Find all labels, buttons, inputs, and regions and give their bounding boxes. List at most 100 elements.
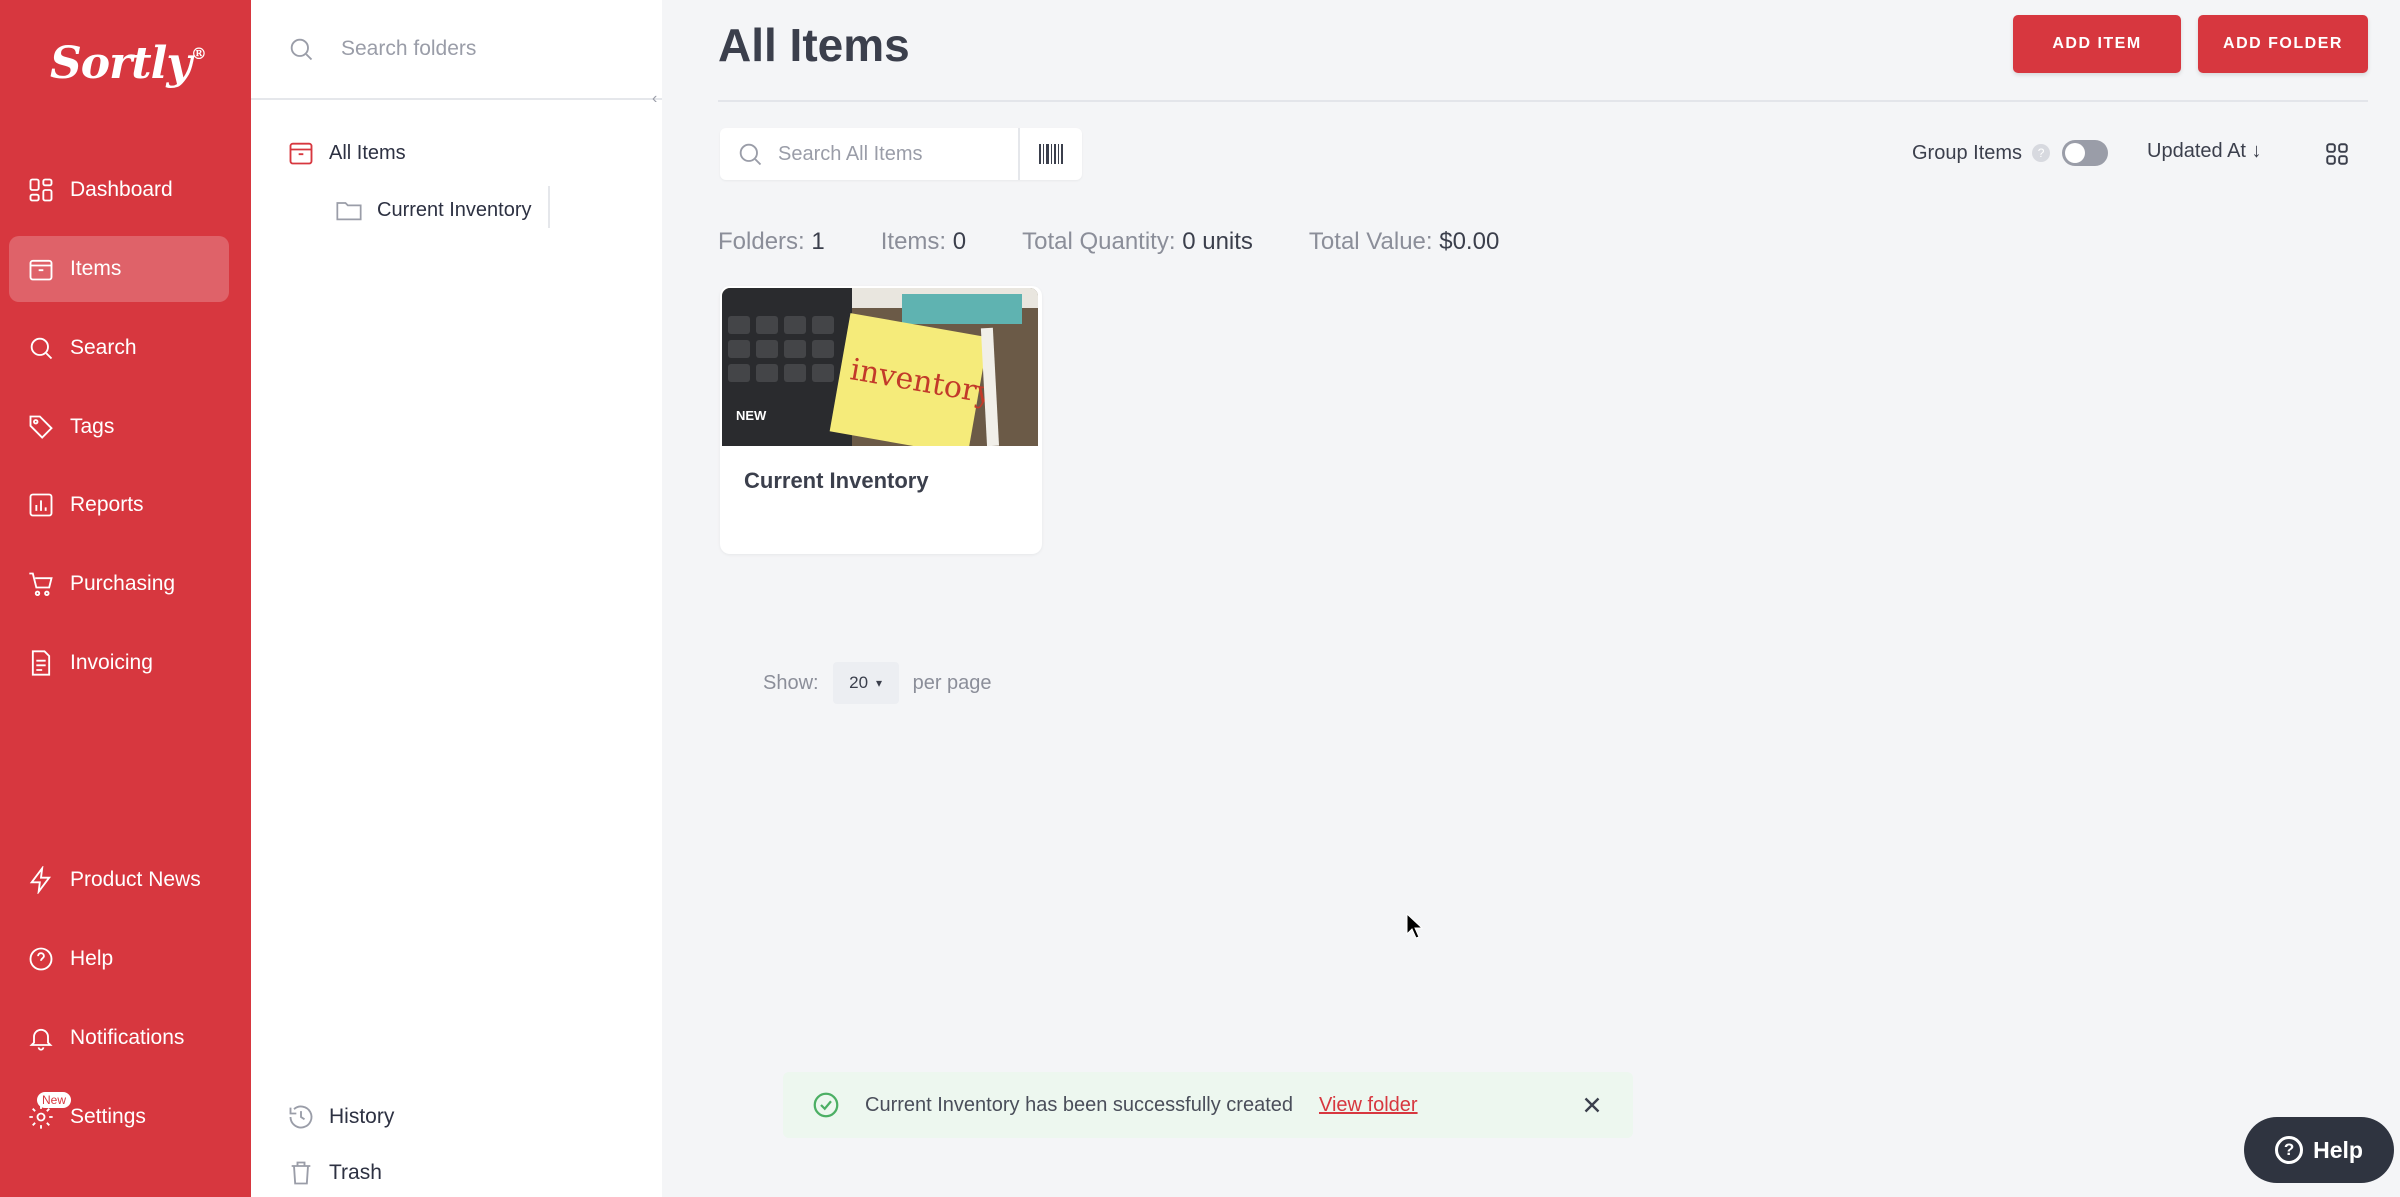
nav-item-search[interactable]: Search: [9, 315, 229, 381]
folder-icon: [336, 202, 362, 221]
stat-value: $0.00: [1439, 228, 1500, 255]
history-label: History: [329, 1105, 395, 1128]
nav-label: Invoicing: [70, 651, 153, 674]
sort-label: Updated At: [2147, 140, 2246, 162]
stat-value: 0 units: [1182, 228, 1253, 255]
nav-label: Tags: [70, 415, 115, 438]
logo-text: Sortly: [50, 38, 192, 89]
stat-quantity: Total Quantity: 0 units: [1022, 228, 1253, 256]
nav-item-product-news[interactable]: Product News: [9, 847, 229, 913]
stat-label: Total Quantity:: [1022, 228, 1176, 255]
tree-label: All Items: [329, 141, 406, 164]
mouse-cursor-icon: [1406, 913, 1424, 939]
stat-items: Items: 0: [881, 228, 966, 256]
item-search-input[interactable]: [778, 142, 1008, 166]
nav-label: Items: [70, 257, 122, 280]
nav-label: Settings: [70, 1105, 146, 1128]
stat-value: 0: [952, 228, 967, 255]
info-icon[interactable]: ?: [2032, 144, 2051, 162]
summary-stats: Folders: 1 Items: 0 Total Quantity: 0 un…: [718, 228, 1555, 256]
history-link[interactable]: History: [287, 1103, 394, 1131]
sidebar-nav: Sortly® Dashboard Items Search Tags Repo…: [0, 0, 251, 1197]
item-search: [720, 128, 1082, 180]
nav-item-dashboard[interactable]: Dashboard: [9, 157, 229, 223]
cart-icon: [29, 572, 53, 597]
registered-mark: ®: [190, 44, 207, 63]
stat-folders: Folders: 1: [718, 228, 825, 256]
box-icon: [289, 142, 313, 165]
folder-search-input[interactable]: [341, 37, 641, 61]
stat-label: Folders:: [718, 228, 805, 255]
nav-item-invoicing[interactable]: Invoicing: [9, 630, 229, 696]
check-circle-icon: [813, 1092, 839, 1118]
nav-item-tags[interactable]: Tags: [9, 394, 229, 460]
trash-label: Trash: [329, 1161, 382, 1184]
sort-dropdown[interactable]: Updated At ↓: [2147, 140, 2262, 163]
barcode-scan-button[interactable]: [1018, 128, 1082, 180]
invoice-icon: [31, 650, 51, 676]
tag-icon: [29, 415, 53, 439]
tree-label: Current Inventory: [377, 198, 532, 221]
history-icon: [289, 1105, 313, 1129]
dashboard-icon: [29, 178, 53, 202]
close-icon[interactable]: [1579, 1092, 1605, 1118]
group-items-control: Group Items ?: [1912, 140, 2109, 166]
toast-message: Current Inventory has been successfully …: [865, 1093, 1293, 1116]
lightning-icon: [29, 866, 52, 894]
reports-icon: [29, 493, 53, 517]
nav-label: Search: [70, 336, 137, 359]
nav-label: Purchasing: [70, 572, 176, 595]
trash-icon: [291, 1161, 311, 1185]
pagination: Show: 20 ▾ per page: [763, 662, 992, 704]
search-icon: [290, 38, 313, 61]
group-items-label: Group Items: [1912, 141, 2023, 164]
nav-item-notifications[interactable]: Notifications: [9, 1005, 229, 1071]
nav-label: Help: [70, 947, 114, 970]
per-page-select[interactable]: 20 ▾: [832, 662, 899, 704]
inventory-photo: inventory: [722, 288, 1038, 446]
bell-icon: [29, 1028, 53, 1051]
folder-search: [251, 0, 662, 100]
success-toast: Current Inventory has been successfully …: [783, 1072, 1633, 1138]
stat-value: 1: [811, 228, 825, 255]
search-icon: [739, 143, 762, 166]
page-title: All Items: [718, 19, 910, 71]
tree-item-current-inventory[interactable]: Current Inventory: [335, 196, 532, 224]
sort-arrow-icon: ↓: [2251, 140, 2262, 162]
nav-label: Notifications: [70, 1026, 185, 1049]
folder-panel: ‹ All Items Current Inventory History Tr…: [251, 0, 662, 1197]
barcode-icon: [1039, 144, 1063, 164]
new-badge: New: [37, 1092, 72, 1108]
view-folder-link[interactable]: View folder: [1319, 1094, 1418, 1117]
help-button-label: Help: [2313, 1136, 2363, 1163]
sortly-logo[interactable]: Sortly®: [50, 38, 207, 89]
add-folder-button[interactable]: ADD FOLDER: [2198, 15, 2368, 73]
nav-item-purchasing[interactable]: Purchasing: [9, 551, 229, 617]
grid-view-icon[interactable]: [2324, 141, 2350, 167]
items-icon: [29, 259, 53, 281]
folder-thumbnail: inventory: [722, 288, 1038, 446]
help-button[interactable]: ? Help: [2244, 1117, 2394, 1183]
trash-link[interactable]: Trash: [287, 1159, 382, 1187]
show-label: Show:: [763, 671, 819, 694]
new-tag: NEW: [736, 408, 767, 423]
nav-item-settings[interactable]: New Settings: [9, 1084, 229, 1150]
nav-item-reports[interactable]: Reports: [9, 472, 229, 538]
add-item-button[interactable]: ADD ITEM: [2013, 15, 2181, 73]
per-page-value: 20: [849, 673, 869, 692]
stat-value-total: Total Value: $0.00: [1309, 228, 1499, 256]
folder-card-title: Current Inventory: [744, 468, 929, 493]
stat-label: Total Value:: [1308, 228, 1433, 255]
group-items-toggle[interactable]: [2062, 140, 2109, 166]
nav-item-items[interactable]: Items: [9, 236, 229, 302]
collapse-panel-icon[interactable]: ‹: [652, 90, 672, 110]
folder-card[interactable]: inventory NEW Current Inventory: [720, 286, 1042, 554]
header-divider: [718, 100, 2368, 102]
caret-down-icon: ▾: [876, 676, 883, 690]
per-page-label: per page: [912, 671, 992, 694]
tree-item-all-items[interactable]: All Items: [287, 139, 406, 167]
search-icon: [30, 337, 53, 360]
help-icon: [29, 947, 53, 971]
nav-item-help[interactable]: Help: [9, 926, 229, 992]
nav-label: Reports: [70, 493, 144, 516]
